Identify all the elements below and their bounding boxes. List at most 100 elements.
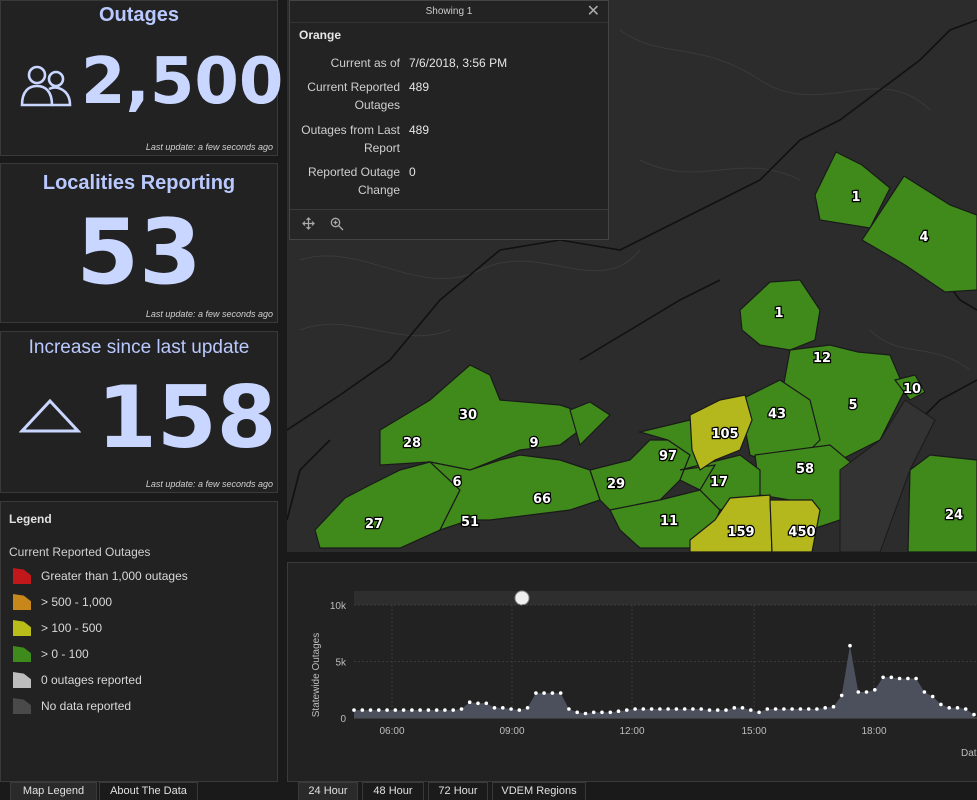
chart-point[interactable] [856, 690, 861, 694]
map-label: 9 [529, 436, 538, 451]
chart-point[interactable] [806, 707, 811, 711]
chart-point[interactable] [864, 690, 869, 694]
chart-point[interactable] [492, 706, 497, 710]
chart-point[interactable] [715, 708, 720, 712]
chart-point[interactable] [674, 707, 679, 711]
chart-point[interactable] [525, 706, 530, 710]
chart-point[interactable] [501, 706, 505, 710]
chart-point[interactable] [641, 707, 646, 711]
chart-point[interactable] [955, 706, 960, 710]
chart-point[interactable] [848, 643, 852, 648]
chart-point[interactable] [443, 708, 447, 712]
chart-point[interactable] [906, 676, 910, 681]
time-slider-track[interactable] [354, 591, 977, 605]
chart-point[interactable] [633, 707, 637, 711]
chart-point[interactable] [699, 707, 703, 711]
zoom-to-icon[interactable] [330, 217, 344, 231]
tab-72-hour[interactable]: 72 Hour [428, 782, 488, 800]
chart-point[interactable] [567, 707, 571, 711]
chart-point[interactable] [550, 691, 555, 695]
chart-point[interactable] [385, 708, 389, 712]
tab-vdem-regions[interactable]: VDEM Regions [492, 782, 586, 800]
chart-point[interactable] [889, 675, 894, 680]
chart-point[interactable] [542, 691, 546, 695]
chart-point[interactable] [732, 706, 737, 710]
chart-point[interactable] [939, 702, 943, 707]
chart-point[interactable] [765, 707, 770, 711]
legend-item-label: > 100 - 500 [41, 621, 103, 635]
chart-point[interactable] [873, 688, 877, 692]
chart-point[interactable] [922, 690, 927, 694]
chart-point[interactable] [972, 712, 976, 717]
pan-icon[interactable] [302, 217, 315, 230]
chart-point[interactable] [897, 676, 902, 681]
chart-point[interactable] [476, 701, 480, 706]
chart-point[interactable] [815, 707, 819, 711]
chart-point[interactable] [534, 691, 538, 695]
increase-updated: Last update: a few seconds ago [145, 479, 273, 489]
chart-point[interactable] [608, 710, 613, 715]
close-icon[interactable]: ✕ [587, 3, 600, 21]
chart-point[interactable] [914, 676, 918, 681]
chart-point[interactable] [823, 706, 827, 710]
popup-header-text: Showing 1 [425, 6, 473, 17]
chart-point[interactable] [467, 700, 472, 704]
increase-value: 158 [97, 368, 277, 468]
chart-point[interactable] [691, 707, 695, 711]
chart-point[interactable] [707, 708, 712, 712]
chart-point[interactable] [682, 707, 687, 711]
chart-point[interactable] [881, 675, 885, 680]
tab-48-hour[interactable]: 48 Hour [362, 782, 424, 800]
chart-point[interactable] [658, 707, 662, 711]
chart-point[interactable] [459, 707, 464, 711]
chart-point[interactable] [583, 711, 588, 716]
chart-point[interactable] [649, 707, 654, 711]
chart-point[interactable] [773, 707, 778, 711]
legend-item-label: Greater than 1,000 outages [41, 569, 188, 583]
tab-24-hour[interactable]: 24 Hour [298, 782, 358, 800]
chart-point[interactable] [616, 709, 621, 713]
chart-point[interactable] [930, 694, 935, 699]
chart-point[interactable] [410, 708, 414, 712]
time-slider-handle[interactable] [514, 590, 530, 606]
chart-point[interactable] [963, 707, 968, 711]
chart-point[interactable] [749, 708, 753, 712]
chart-point[interactable] [451, 708, 455, 712]
chart-point[interactable] [782, 707, 786, 711]
chart-point[interactable] [947, 706, 951, 710]
chart-point[interactable] [600, 710, 604, 715]
chart-point[interactable] [377, 708, 381, 712]
popup-row-key: Current Reported Outages [307, 80, 400, 112]
legend-item: > 0 - 100 [13, 645, 89, 663]
tab-about-the-data[interactable]: About The Data [99, 782, 198, 800]
chart-point[interactable] [575, 710, 579, 715]
outages-chart[interactable]: Statewide Outages 0 5k 10k 06:00 09:00 12:00 1… [288, 563, 977, 783]
chart-point[interactable] [740, 706, 745, 710]
chart-point[interactable] [558, 691, 563, 695]
chart-point[interactable] [368, 708, 373, 712]
chart-point[interactable] [418, 708, 422, 712]
chart-point[interactable] [625, 708, 629, 712]
chart-point[interactable] [839, 693, 844, 698]
map-label: 5 [848, 398, 857, 413]
chart-panel: Statewide Outages 0 5k 10k 06:00 09:00 12:00 1… [287, 562, 977, 782]
chart-point[interactable] [509, 707, 513, 711]
chart-point[interactable] [798, 707, 803, 711]
chart-point[interactable] [352, 708, 356, 712]
chart-point[interactable] [393, 708, 398, 712]
chart-point[interactable] [757, 710, 761, 715]
chart-point[interactable] [591, 710, 596, 715]
chart-point[interactable] [484, 701, 489, 706]
chart-point[interactable] [724, 708, 728, 712]
popup-row-value: 489 [409, 80, 430, 94]
chart-point[interactable] [426, 708, 431, 712]
chart-point[interactable] [666, 707, 670, 711]
chart-point[interactable] [517, 708, 522, 712]
chart-point[interactable] [831, 704, 836, 709]
tab-map-legend[interactable]: Map Legend [10, 782, 97, 800]
chart-point[interactable] [790, 707, 794, 711]
chart-point[interactable] [360, 708, 365, 712]
chart-point[interactable] [401, 708, 406, 712]
popup-row: Current as of 7/6/2018, 3:56 PM [290, 54, 610, 74]
chart-point[interactable] [434, 708, 439, 712]
